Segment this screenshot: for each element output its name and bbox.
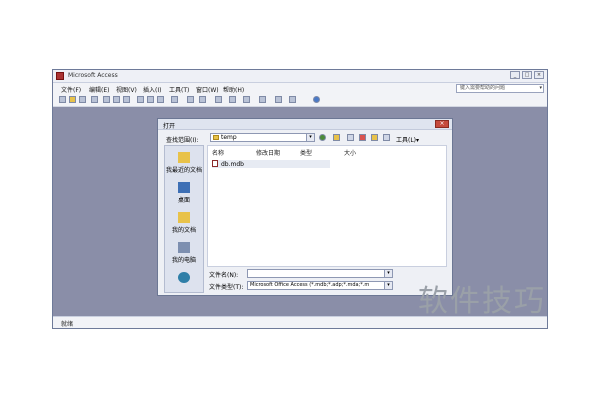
dialog-close-button[interactable]: ×: [435, 120, 449, 128]
help-question-box[interactable]: 键入需要帮助的问题 ▾: [456, 84, 544, 93]
watermark-text: 软件技巧: [418, 284, 546, 319]
up-folder-icon[interactable]: [333, 134, 340, 141]
column-type[interactable]: 类型: [300, 148, 312, 157]
filename-label: 文件名(N):: [209, 272, 239, 279]
menu-file[interactable]: 文件(F): [61, 85, 81, 94]
place-my-computer[interactable]: 我的电脑: [165, 242, 203, 264]
menu-insert[interactable]: 插入(I): [143, 85, 161, 94]
my-computer-icon: [178, 242, 190, 253]
my-documents-icon: [178, 212, 190, 223]
filename-input[interactable]: [247, 269, 393, 278]
file-name-text: db.mdb: [221, 161, 244, 168]
filetype-dropdown-arrow[interactable]: ▾: [384, 281, 393, 290]
new-icon[interactable]: [59, 96, 66, 103]
look-in-select[interactable]: temp: [210, 133, 314, 142]
access-app-icon: [56, 72, 64, 80]
save-icon[interactable]: [79, 96, 86, 103]
window-title: Microsoft Access: [68, 72, 118, 79]
filetype-select[interactable]: Microsoft Office Access (*.mdb;*.adp;*.m…: [247, 281, 393, 290]
analyze-icon[interactable]: [199, 96, 206, 103]
close-button[interactable]: ×: [534, 71, 544, 79]
title-bar: Microsoft Access _ □ ×: [53, 70, 547, 83]
back-icon[interactable]: [319, 134, 326, 141]
column-size[interactable]: 大小: [344, 148, 356, 157]
status-text: 就绪: [61, 321, 74, 328]
database-window-icon[interactable]: [289, 96, 296, 103]
menu-view[interactable]: 视图(V): [116, 85, 137, 94]
file-list: 名称 修改日期 类型 大小 db.mdb: [207, 145, 447, 267]
filename-dropdown-arrow[interactable]: ▾: [384, 269, 393, 278]
places-bar: 我最近的文档 桌面 我的文档 我的电脑: [164, 145, 204, 293]
look-in-value: temp: [221, 134, 237, 141]
standard-toolbar: [53, 94, 547, 107]
search-icon[interactable]: [91, 96, 98, 103]
network-places-icon: [178, 272, 190, 283]
look-in-dropdown-arrow[interactable]: ▾: [306, 133, 315, 142]
new-folder-icon[interactable]: [371, 134, 378, 141]
menu-help[interactable]: 帮助(H): [223, 85, 244, 94]
undo-icon[interactable]: [171, 96, 178, 103]
filetype-label: 文件类型(T):: [209, 284, 244, 291]
desktop-icon: [178, 182, 190, 193]
delete-icon[interactable]: [359, 134, 366, 141]
column-name[interactable]: 名称: [212, 148, 224, 157]
relationships-icon[interactable]: [243, 96, 250, 103]
cut-icon[interactable]: [137, 96, 144, 103]
help-icon[interactable]: [313, 96, 320, 103]
tools-menu[interactable]: 工具(L)▾: [396, 135, 419, 144]
open-icon[interactable]: [69, 96, 76, 103]
open-dialog: 打开 × 查找范围(I): temp ▾ 工具(L)▾ 我最近的文档 桌面 我的…: [157, 118, 453, 296]
list-item[interactable]: db.mdb: [212, 160, 330, 168]
new-object-icon[interactable]: [275, 96, 282, 103]
folder-icon: [213, 135, 219, 140]
place-network[interactable]: [165, 272, 203, 285]
properties-icon[interactable]: [259, 96, 266, 103]
column-modified[interactable]: 修改日期: [256, 148, 280, 157]
look-in-label: 查找范围(I):: [166, 137, 199, 144]
preview-icon[interactable]: [113, 96, 120, 103]
place-my-documents[interactable]: 我的文档: [165, 212, 203, 234]
link-icon[interactable]: [187, 96, 194, 103]
place-recent[interactable]: 我最近的文档: [165, 152, 203, 174]
dialog-title-bar: 打开 ×: [158, 119, 452, 130]
script-icon[interactable]: [229, 96, 236, 103]
search-web-icon[interactable]: [347, 134, 354, 141]
copy-icon[interactable]: [147, 96, 154, 103]
place-desktop[interactable]: 桌面: [165, 182, 203, 204]
views-icon[interactable]: [383, 134, 390, 141]
menu-tools[interactable]: 工具(T): [169, 85, 189, 94]
help-placeholder: 键入需要帮助的问题: [460, 85, 506, 91]
access-file-icon: [212, 160, 218, 167]
print-icon[interactable]: [103, 96, 110, 103]
minimize-button[interactable]: _: [510, 71, 520, 79]
spelling-icon[interactable]: [123, 96, 130, 103]
menu-window[interactable]: 窗口(W): [196, 85, 219, 94]
help-dropdown-arrow[interactable]: ▾: [539, 85, 542, 92]
menu-edit[interactable]: 编辑(E): [89, 85, 109, 94]
recent-documents-icon: [178, 152, 190, 163]
maximize-button[interactable]: □: [522, 71, 532, 79]
paste-icon[interactable]: [157, 96, 164, 103]
code-icon[interactable]: [215, 96, 222, 103]
dialog-title: 打开: [163, 123, 176, 130]
